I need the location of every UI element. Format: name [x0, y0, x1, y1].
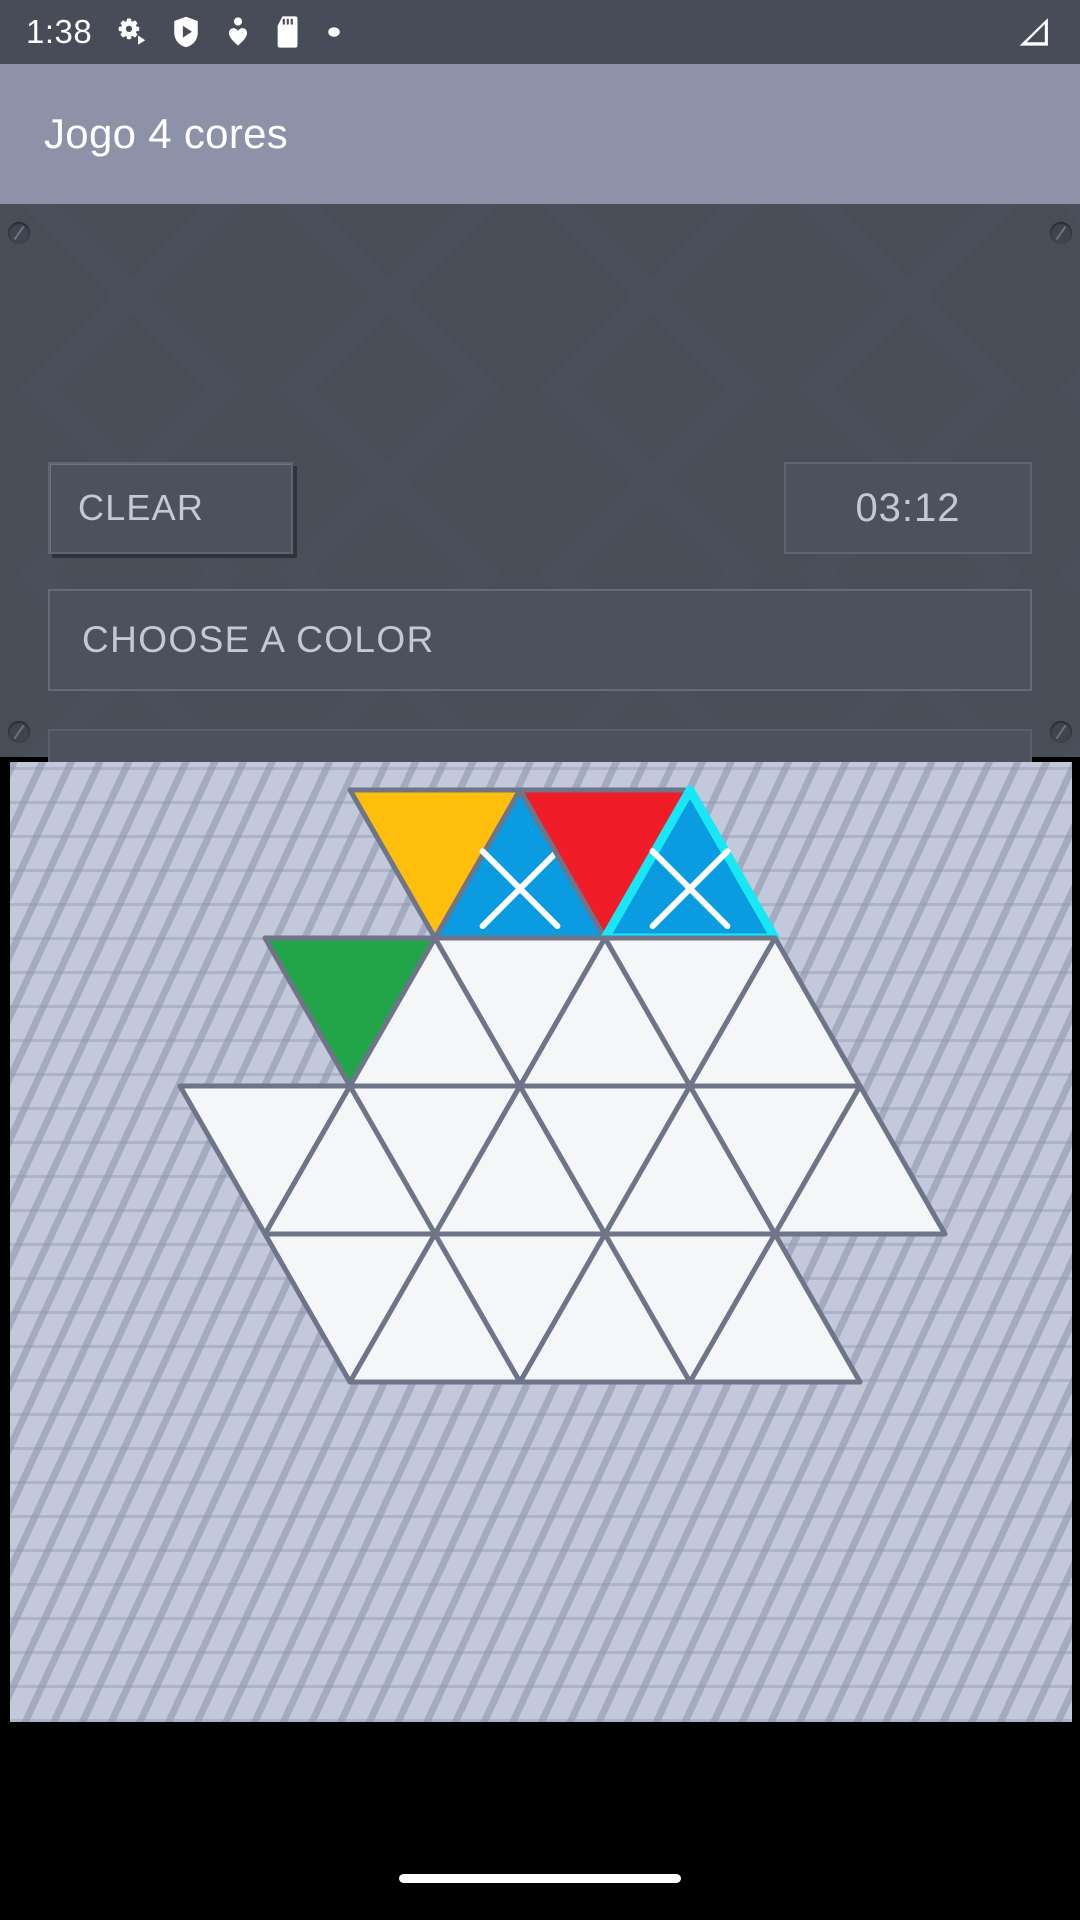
- heart-location-icon: [224, 15, 252, 49]
- status-bar: 1:38: [0, 0, 1080, 64]
- dot-icon: [326, 24, 342, 40]
- timer-display: 03:12: [784, 462, 1032, 554]
- settings-sync-icon: [114, 15, 148, 49]
- home-indicator[interactable]: [399, 1873, 681, 1883]
- screw-icon: [8, 721, 30, 743]
- choose-color-label: CHOOSE A COLOR: [82, 619, 435, 660]
- signal-icon: [1014, 14, 1054, 50]
- navigation-bar: [0, 1836, 1080, 1920]
- timer-value: 03:12: [855, 485, 961, 530]
- triangle-grid[interactable]: [10, 762, 1072, 1722]
- play-shield-icon: [170, 15, 202, 49]
- sd-card-icon: [274, 15, 304, 49]
- status-clock: 1:38: [26, 13, 93, 50]
- control-panel: CLEAR 03:12 CHOOSE A COLOR: [0, 204, 1080, 914]
- screw-icon: [8, 222, 30, 244]
- page-title: Jogo 4 cores: [44, 110, 289, 157]
- choose-color-field[interactable]: CHOOSE A COLOR: [48, 589, 1032, 691]
- game-board[interactable]: [10, 762, 1072, 1722]
- clear-button[interactable]: CLEAR: [48, 462, 293, 554]
- app-bar: Jogo 4 cores: [0, 64, 1080, 204]
- screw-icon: [1050, 721, 1072, 743]
- screw-icon: [1050, 222, 1072, 244]
- clear-button-label: CLEAR: [78, 487, 205, 528]
